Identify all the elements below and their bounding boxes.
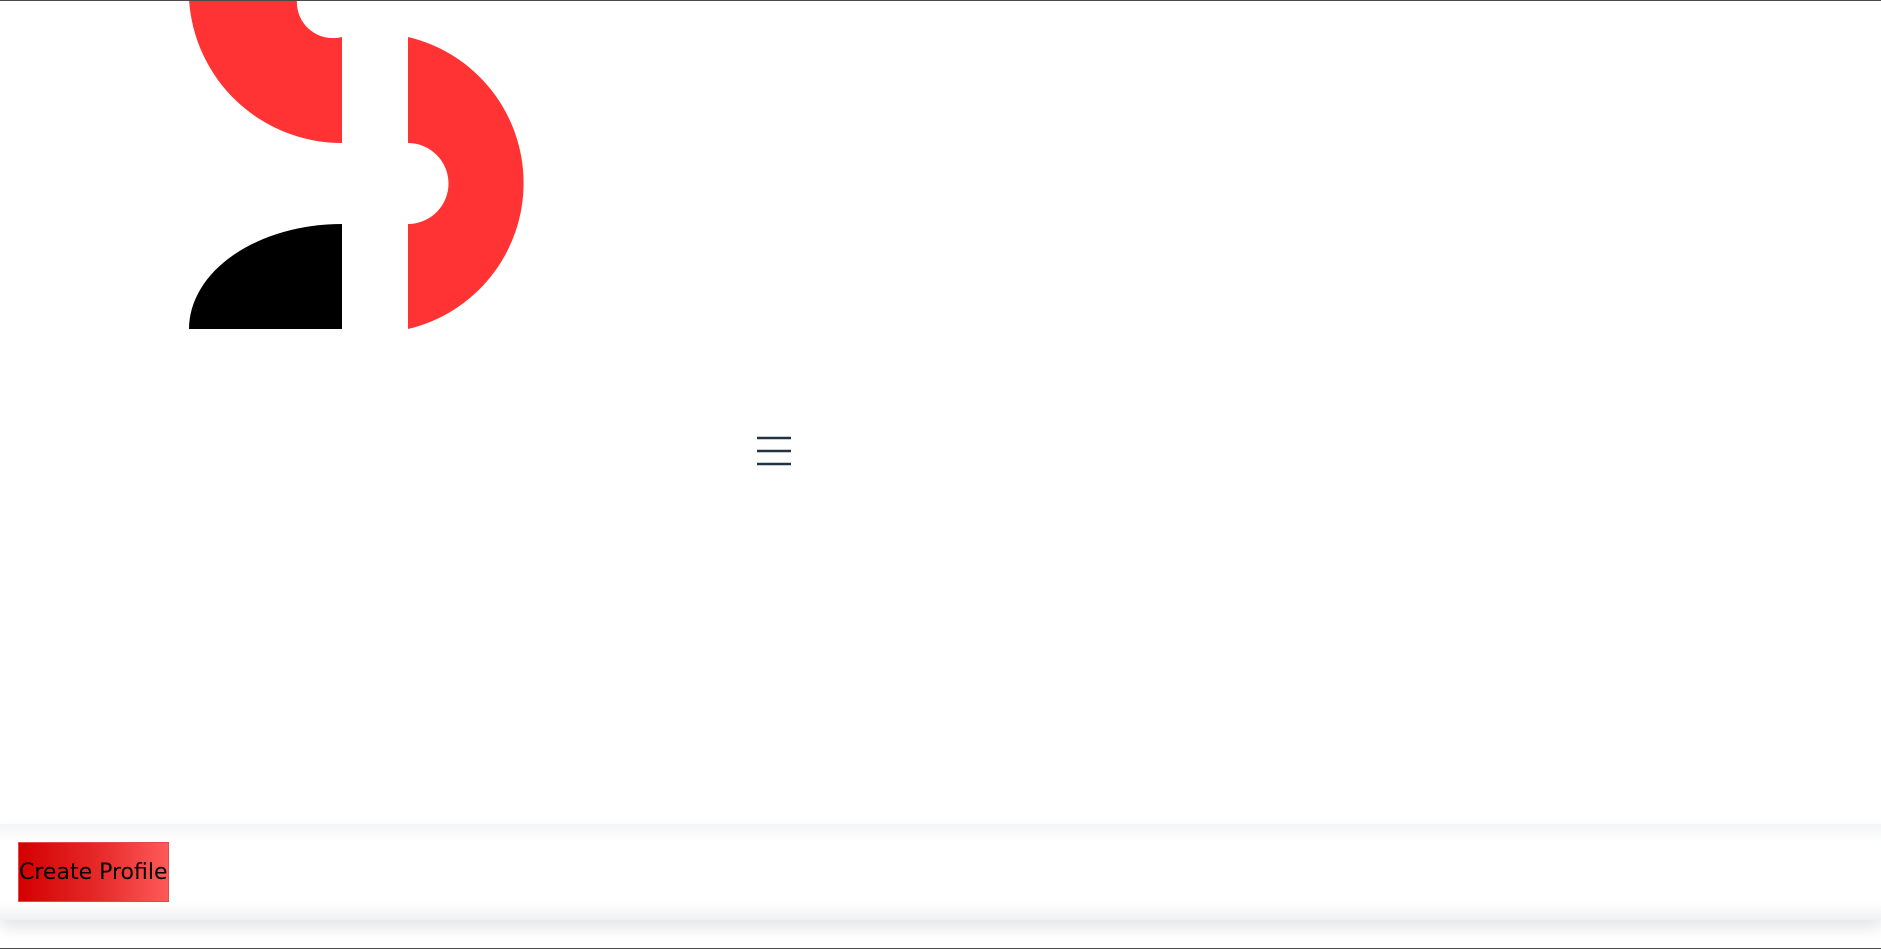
menu-toggle-button[interactable] [752,431,796,471]
brand-logo[interactable] [187,1,563,333]
brand-logo-icon [189,1,524,329]
create-profile-button[interactable]: Create Profile [18,842,169,902]
footer-bar: Create Profile [0,824,1881,920]
page: Create Profile [0,0,1881,949]
hamburger-menu-icon [757,436,791,466]
